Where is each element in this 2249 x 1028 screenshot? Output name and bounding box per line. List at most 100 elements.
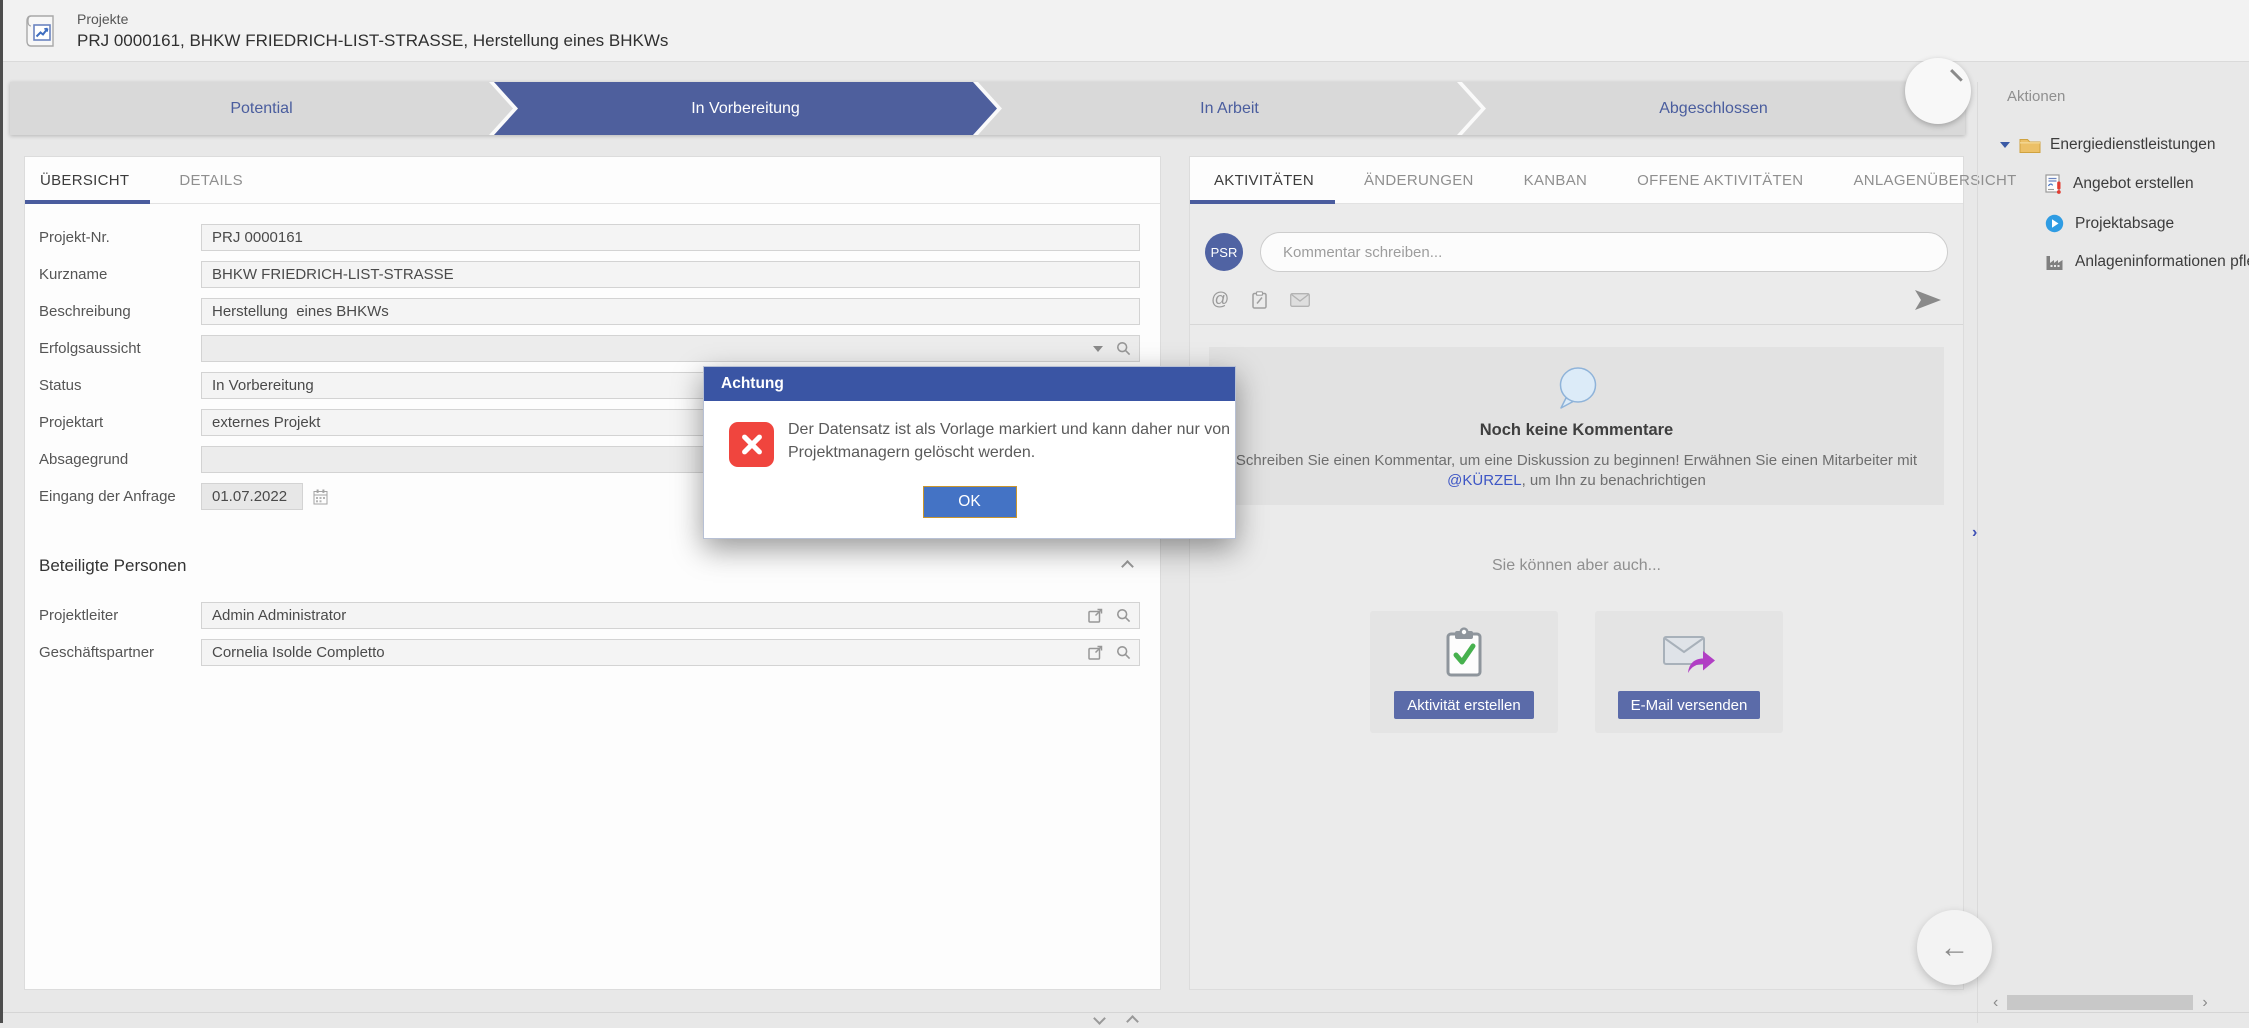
projektleiter-input[interactable] — [201, 602, 1140, 629]
actions-panel: Aktionen Energiedienstleistungen Angebot… — [1993, 88, 2249, 271]
ok-button[interactable]: OK — [923, 486, 1017, 518]
dialog-titlebar: Achtung — [704, 367, 1235, 401]
slash-icon — [1950, 69, 1962, 81]
beteiligte-personen-section-header: Beteiligte Personen — [39, 556, 1132, 576]
dialog-body: Der Datensatz ist als Vorlage markiert u… — [704, 401, 1235, 538]
search-icon[interactable] — [1116, 341, 1131, 356]
collapse-panel-button[interactable]: ← — [1917, 910, 1992, 985]
form-row-erfolgsaussicht: Erfolgsaussicht — [39, 335, 1140, 362]
eingang-date-input[interactable] — [201, 483, 303, 510]
offer-document-icon — [2045, 174, 2062, 194]
dropdown-caret-icon[interactable] — [1093, 346, 1103, 352]
field-label: Absagegrund — [39, 451, 201, 468]
form-row-projektleiter: Projektleiter — [39, 602, 1140, 629]
action-anlageninformationen[interactable]: Anlageninformationen pfle — [2045, 253, 2249, 271]
kurzname-input[interactable] — [201, 261, 1140, 288]
overview-tab-strip: ÜBERSICHT DETAILS — [25, 157, 1160, 204]
folder-icon — [2019, 137, 2041, 154]
bottom-collapse-controls — [1095, 1014, 1137, 1026]
mention-icon[interactable]: @ — [1211, 289, 1229, 310]
activities-panel: AKTIVITÄTEN ÄNDERUNGEN KANBAN OFFENE AKT… — [1189, 156, 1964, 990]
field-label: Erfolgsaussicht — [39, 340, 201, 357]
tab-kanban[interactable]: KANBAN — [1509, 157, 1609, 203]
scroll-left-icon[interactable]: ‹ — [1993, 995, 1998, 1011]
create-activity-button[interactable]: Aktivität erstellen — [1394, 691, 1533, 719]
phase-abgeschlossen[interactable]: Abgeschlossen — [1462, 82, 1965, 135]
action-projektabsage[interactable]: Projektabsage — [2045, 214, 2249, 233]
create-activity-card: Aktivität erstellen — [1370, 611, 1558, 733]
folder-label: Energiedienstleistungen — [2050, 136, 2215, 154]
comment-input[interactable] — [1260, 232, 1948, 272]
no-comments-title: Noch keine Kommentare — [1480, 421, 1673, 440]
tree-collapse-caret-icon[interactable] — [2000, 142, 2010, 148]
erfolgsaussicht-input[interactable] — [201, 335, 1140, 362]
field-label: Projektleiter — [39, 607, 201, 624]
open-record-icon[interactable] — [1088, 608, 1103, 623]
tab-details[interactable]: DETAILS — [164, 157, 264, 203]
achtung-dialog: Achtung Der Datensatz ist als Vorlage ma… — [703, 366, 1236, 539]
open-record-icon[interactable] — [1088, 645, 1103, 660]
field-label: Kurzname — [39, 266, 201, 283]
field-label: Projektart — [39, 414, 201, 431]
field-label: Projekt-Nr. — [39, 229, 201, 246]
window-left-edge — [0, 0, 3, 1023]
send-comment-icon[interactable] — [1915, 290, 1941, 310]
tab-uebersicht[interactable]: ÜBERSICHT — [25, 157, 150, 203]
send-email-button[interactable]: E-Mail versenden — [1618, 691, 1761, 719]
expand-sidebar-icon[interactable]: › — [1972, 524, 1977, 542]
projekt-nr-input[interactable] — [201, 224, 1140, 251]
task-clipboard-icon[interactable] — [1252, 291, 1267, 309]
chevron-up-icon[interactable] — [1126, 1015, 1139, 1028]
search-icon[interactable] — [1116, 608, 1131, 623]
composer-toolbar: @ — [1211, 289, 1941, 310]
factory-icon — [2045, 254, 2064, 271]
play-icon — [2045, 214, 2064, 233]
action-angebot-erstellen[interactable]: Angebot erstellen — [2045, 174, 2249, 194]
tab-aktivitaeten[interactable]: AKTIVITÄTEN — [1190, 157, 1335, 203]
projects-report-icon — [22, 12, 60, 50]
error-icon — [729, 422, 774, 467]
suggestions-heading: Sie können aber auch... — [1190, 557, 1963, 575]
form-row-geschaeftspartner: Geschäftspartner — [39, 639, 1140, 666]
dialog-message: Der Datensatz ist als Vorlage markiert u… — [788, 418, 1230, 464]
app-header: Projekte PRJ 0000161, BHKW FRIEDRICH-LIS… — [3, 0, 2249, 62]
field-label: Geschäftspartner — [39, 644, 201, 661]
geschaeftspartner-input[interactable] — [201, 639, 1140, 666]
phase-in-arbeit[interactable]: In Arbeit — [978, 82, 1481, 135]
suggestions-row: Aktivität erstellen E-Mail versenden — [1190, 611, 1963, 733]
mention-kuerzel-link[interactable]: @KÜRZEL — [1447, 472, 1521, 489]
form-row-kurzname: Kurzname — [39, 261, 1140, 288]
field-label: Status — [39, 377, 201, 394]
record-title: PRJ 0000161, BHKW FRIEDRICH-LIST-STRASSE… — [77, 31, 668, 51]
avatar: PSR — [1205, 233, 1243, 271]
section-title: Beteiligte Personen — [39, 556, 186, 576]
comment-composer: PSR — [1205, 232, 1948, 272]
tab-offene-aktivitaeten[interactable]: OFFENE AKTIVITÄTEN — [1622, 157, 1824, 203]
left-arrow-icon: ← — [1940, 931, 1970, 965]
form-row-projekt-nr: Projekt-Nr. — [39, 224, 1140, 251]
tab-aenderungen[interactable]: ÄNDERUNGEN — [1349, 157, 1495, 203]
speech-bubble-icon — [1552, 365, 1602, 411]
actions-folder-energiedienstleistungen[interactable]: Energiedienstleistungen — [2000, 136, 2249, 154]
no-comments-description: Schreiben Sie einen Kommentar, um eine D… — [1224, 451, 1930, 492]
beschreibung-input[interactable] — [201, 298, 1140, 325]
bottom-divider — [0, 1012, 2249, 1013]
app-label: Projekte — [77, 11, 668, 27]
field-label: Eingang der Anfrage — [39, 488, 201, 505]
field-label: Beschreibung — [39, 303, 201, 320]
send-email-card: E-Mail versenden — [1595, 611, 1783, 733]
phase-potential[interactable]: Potential — [10, 82, 513, 135]
form-row-beschreibung: Beschreibung — [39, 298, 1140, 325]
activities-tab-strip: AKTIVITÄTEN ÄNDERUNGEN KANBAN OFFENE AKT… — [1190, 157, 1963, 204]
panel-splitter[interactable] — [1977, 82, 1978, 1023]
search-icon[interactable] — [1116, 645, 1131, 660]
corner-collapse-handle[interactable] — [1905, 58, 1971, 124]
scroll-right-icon[interactable]: › — [2202, 995, 2207, 1011]
email-icon[interactable] — [1290, 293, 1310, 307]
phase-in-vorbereitung[interactable]: In Vorbereitung — [494, 82, 997, 135]
horizontal-scrollbar[interactable]: ‹ › — [1993, 994, 2243, 1011]
divider — [1190, 324, 1963, 325]
scrollbar-thumb[interactable] — [2007, 995, 2193, 1010]
section-collapse-icon[interactable] — [1121, 560, 1134, 573]
calendar-icon[interactable] — [313, 489, 328, 505]
